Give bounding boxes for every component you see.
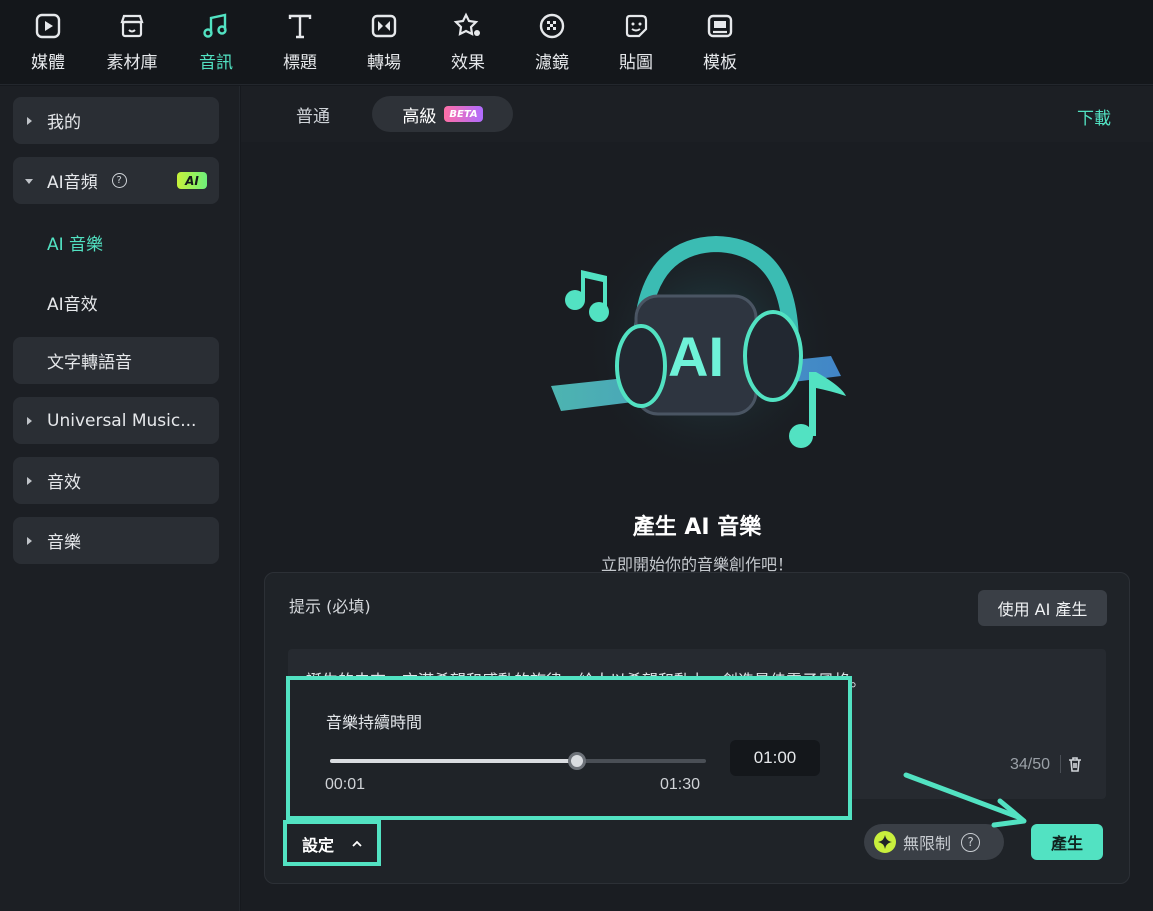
sidebar-item-label: Universal Music... bbox=[47, 410, 197, 431]
sidebar-item-universal-music[interactable]: Universal Music... bbox=[13, 397, 219, 444]
toolbar-transitions[interactable]: 轉場 bbox=[349, 10, 419, 73]
filter-icon bbox=[539, 13, 565, 39]
sidebar-item-label: 音效 bbox=[47, 473, 81, 493]
sidebar-item-label: 我的 bbox=[47, 113, 81, 133]
toolbar-transitions-label: 轉場 bbox=[367, 53, 401, 73]
unlimited-credits-pill[interactable]: 無限制 ? bbox=[864, 824, 1004, 860]
duration-popover: 音樂持續時間 00:01 01:30 01:00 bbox=[286, 676, 852, 820]
hero-title: 產生 AI 音樂 bbox=[632, 515, 762, 540]
sidebar: 我的 AI音頻 ? AI AI 音樂 AI音效 文字轉語音 Universal … bbox=[0, 86, 240, 911]
sidebar-item-my[interactable]: 我的 bbox=[13, 97, 219, 144]
help-icon[interactable]: ? bbox=[111, 173, 127, 188]
media-icon bbox=[35, 13, 61, 39]
toolbar-media-label: 媒體 bbox=[31, 53, 65, 73]
help-icon[interactable]: ? bbox=[961, 832, 981, 852]
toolbar-titles-label: 標題 bbox=[283, 53, 317, 73]
chevron-up-icon bbox=[352, 840, 362, 847]
settings-label: 設定 bbox=[302, 836, 335, 855]
tab-advanced-label: 高級 bbox=[402, 106, 437, 127]
title-t-icon bbox=[288, 14, 312, 39]
download-link[interactable]: 下載 bbox=[1077, 104, 1111, 129]
duration-value-field[interactable]: 01:00 bbox=[730, 740, 820, 776]
toolbar-stock[interactable]: 素材庫 bbox=[97, 10, 167, 73]
transition-icon bbox=[371, 14, 397, 38]
beta-badge: BETA bbox=[444, 106, 483, 122]
top-toolbar: 媒體 素材庫 音訊 標題 轉場 效果 濾鏡 貼圖 模板 bbox=[0, 0, 1153, 85]
use-ai-generate-button[interactable]: 使用 AI 產生 bbox=[978, 590, 1107, 626]
sticker-icon bbox=[625, 14, 648, 38]
generate-button[interactable]: 產生 bbox=[1031, 824, 1103, 860]
settings-toggle-button[interactable]: 設定 bbox=[287, 825, 379, 863]
toolbar-audio-label: 音訊 bbox=[199, 53, 233, 73]
toolbar-media[interactable]: 媒體 bbox=[13, 10, 83, 73]
toolbar-templates-label: 模板 bbox=[703, 53, 737, 73]
toolbar-stock-label: 素材庫 bbox=[106, 53, 158, 73]
slider-min-label: 00:01 bbox=[325, 776, 366, 793]
trash-icon[interactable] bbox=[1066, 755, 1084, 773]
toolbar-audio[interactable]: 音訊 bbox=[181, 10, 251, 73]
music-note-icon bbox=[203, 13, 227, 38]
tab-normal[interactable]: 普通 bbox=[271, 96, 355, 132]
slider-fill bbox=[330, 759, 577, 763]
toolbar-effects[interactable]: 效果 bbox=[433, 10, 503, 73]
sidebar-item-label: AI音頻 bbox=[47, 173, 98, 193]
toolbar-stickers[interactable]: 貼圖 bbox=[601, 10, 671, 73]
counter-divider bbox=[1060, 755, 1061, 773]
unlimited-label: 無限制 bbox=[903, 834, 952, 853]
sidebar-item-ai-music[interactable]: AI 音樂 bbox=[47, 230, 103, 255]
sidebar-item-music[interactable]: 音樂 bbox=[13, 517, 219, 564]
slider-thumb[interactable] bbox=[567, 752, 586, 770]
toolbar-filters-label: 濾鏡 bbox=[535, 53, 569, 73]
illustration-ai-text: AI bbox=[668, 325, 724, 388]
sidebar-item-tts[interactable]: 文字轉語音 bbox=[13, 337, 219, 384]
duration-title: 音樂持續時間 bbox=[326, 713, 423, 732]
sidebar-item-label: 音樂 bbox=[47, 533, 81, 553]
sparkle-icon bbox=[874, 831, 896, 853]
sidebar-item-ai-audio[interactable]: AI音頻 ? AI bbox=[13, 157, 219, 204]
stock-store-icon bbox=[120, 14, 144, 38]
caret-right-icon bbox=[27, 476, 32, 485]
caret-right-icon bbox=[27, 536, 32, 545]
ai-headphones-illustration: AI bbox=[551, 226, 846, 476]
caret-down-icon bbox=[25, 178, 33, 184]
caret-right-icon bbox=[27, 416, 32, 425]
slider-max-label: 01:30 bbox=[660, 776, 701, 793]
toolbar-filters[interactable]: 濾鏡 bbox=[517, 10, 587, 73]
duration-slider[interactable] bbox=[330, 752, 706, 770]
tab-advanced[interactable]: 高級 BETA bbox=[372, 96, 513, 132]
mode-tabs: 普通 高級 BETA 下載 bbox=[241, 86, 1153, 142]
sidebar-item-ai-sfx[interactable]: AI音效 bbox=[47, 290, 98, 315]
toolbar-effects-label: 效果 bbox=[451, 53, 485, 73]
template-icon bbox=[707, 14, 733, 38]
sidebar-item-label: 文字轉語音 bbox=[47, 353, 132, 373]
effects-star-icon bbox=[453, 12, 480, 36]
toolbar-stickers-label: 貼圖 bbox=[619, 53, 653, 73]
prompt-label: 提示 (必填) bbox=[289, 597, 371, 616]
sidebar-item-sound-effects[interactable]: 音效 bbox=[13, 457, 219, 504]
toolbar-templates[interactable]: 模板 bbox=[685, 10, 755, 73]
char-counter: 34/50 bbox=[1009, 756, 1050, 773]
toolbar-titles[interactable]: 標題 bbox=[265, 10, 335, 73]
caret-right-icon bbox=[27, 116, 32, 125]
ai-badge: AI bbox=[177, 172, 207, 189]
